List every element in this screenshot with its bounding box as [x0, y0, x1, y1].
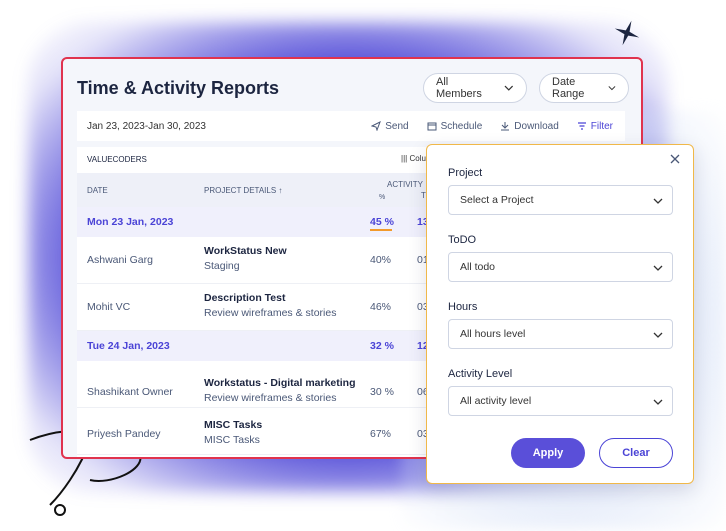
project-name: Workstatus - Digital marketing — [204, 377, 356, 389]
send-button[interactable]: Send — [371, 120, 409, 132]
date-range-dropdown-label: Date Range — [552, 76, 585, 100]
activity-value: 40% — [370, 254, 392, 266]
chevron-down-icon — [504, 85, 514, 91]
report-toolbar: Jan 23, 2023-Jan 30, 2023 Send Schedule … — [77, 111, 625, 141]
calendar-icon — [427, 122, 437, 131]
activity-level-label: Activity Level — [448, 368, 513, 380]
project-select[interactable]: Select a Project — [448, 185, 673, 215]
hours-select-value: All hours level — [460, 328, 526, 340]
filter-panel: Project Select a Project ToDO All todo H… — [426, 144, 694, 484]
project-label: Project — [448, 167, 483, 179]
project-task: Review wireframes & stories — [204, 307, 337, 319]
send-icon — [371, 121, 382, 131]
day-label: Mon 23 Jan, 2023 — [87, 216, 174, 228]
project-name: MISC Tasks — [204, 419, 263, 431]
project-select-value: Select a Project — [460, 194, 534, 206]
columns-label: Colu — [409, 154, 426, 163]
members-dropdown-label: All Members — [436, 76, 482, 100]
date-range-dropdown[interactable]: Date Range — [539, 73, 629, 103]
activity-value: 67% — [370, 428, 392, 440]
activity-underline — [370, 229, 392, 231]
header-date: DATE — [87, 186, 108, 195]
company-name: VALUECODERS — [87, 155, 147, 164]
members-dropdown[interactable]: All Members — [423, 73, 527, 103]
columns-button[interactable]: ||| Colu — [401, 154, 426, 163]
filter-label: Filter — [590, 120, 613, 132]
schedule-button[interactable]: Schedule — [427, 120, 483, 132]
page-title: Time & Activity Reports — [77, 78, 280, 98]
member-name: Mohit VC — [87, 301, 131, 313]
sparkle-icon — [614, 20, 640, 46]
member-name: Ashwani Garg — [87, 254, 153, 266]
send-label: Send — [385, 120, 409, 132]
day-activity: 45 % — [370, 216, 394, 228]
schedule-label: Schedule — [440, 120, 483, 132]
project-task: MISC Tasks — [204, 434, 260, 446]
chevron-down-icon — [653, 332, 663, 338]
project-details: MISC Tasks MISC Tasks — [204, 419, 262, 446]
todo-select-value: All todo — [460, 261, 496, 273]
chevron-down-icon — [653, 265, 663, 271]
chevron-down-icon — [653, 198, 663, 204]
todo-label: ToDO — [448, 234, 477, 246]
project-task: Review wireframes & stories — [204, 392, 337, 404]
todo-select[interactable]: All todo — [448, 252, 673, 282]
project-details: WorkStatus New Staging — [204, 245, 287, 272]
project-details: Workstatus - Digital marketing Review wi… — [204, 377, 356, 404]
date-range-text: Jan 23, 2023-Jan 30, 2023 — [87, 120, 206, 132]
close-icon[interactable] — [669, 153, 681, 165]
member-name: Priyesh Pandey — [87, 428, 161, 440]
activity-level-select[interactable]: All activity level — [448, 386, 673, 416]
filter-icon — [577, 122, 586, 130]
apply-button[interactable]: Apply — [511, 438, 585, 468]
clear-button[interactable]: Clear — [599, 438, 673, 468]
chevron-down-icon — [608, 86, 616, 91]
filter-button[interactable]: Filter — [577, 121, 613, 132]
header-activity-unit: % — [379, 194, 386, 201]
member-name: Shashikant Owner — [87, 386, 173, 398]
day-label: Tue 24 Jan, 2023 — [87, 340, 170, 352]
header-activity: ACTIVITY — [387, 180, 424, 189]
header-project-details[interactable]: PROJECT DETAILS ↑ — [204, 186, 282, 195]
download-icon — [501, 122, 510, 131]
hours-select[interactable]: All hours level — [448, 319, 673, 349]
activity-level-select-value: All activity level — [460, 395, 532, 407]
activity-value: 30 % — [370, 386, 394, 398]
day-activity: 32 % — [370, 340, 394, 352]
download-label: Download — [514, 120, 559, 132]
project-task: Staging — [204, 260, 240, 272]
activity-value: 46% — [370, 301, 392, 313]
project-name: Description Test — [204, 292, 286, 304]
project-name: WorkStatus New — [204, 245, 287, 257]
columns-icon: ||| — [401, 154, 408, 163]
download-button[interactable]: Download — [500, 120, 559, 132]
project-details: Description Test Review wireframes & sto… — [204, 292, 336, 319]
hours-label: Hours — [448, 301, 478, 313]
chevron-down-icon — [653, 399, 663, 405]
